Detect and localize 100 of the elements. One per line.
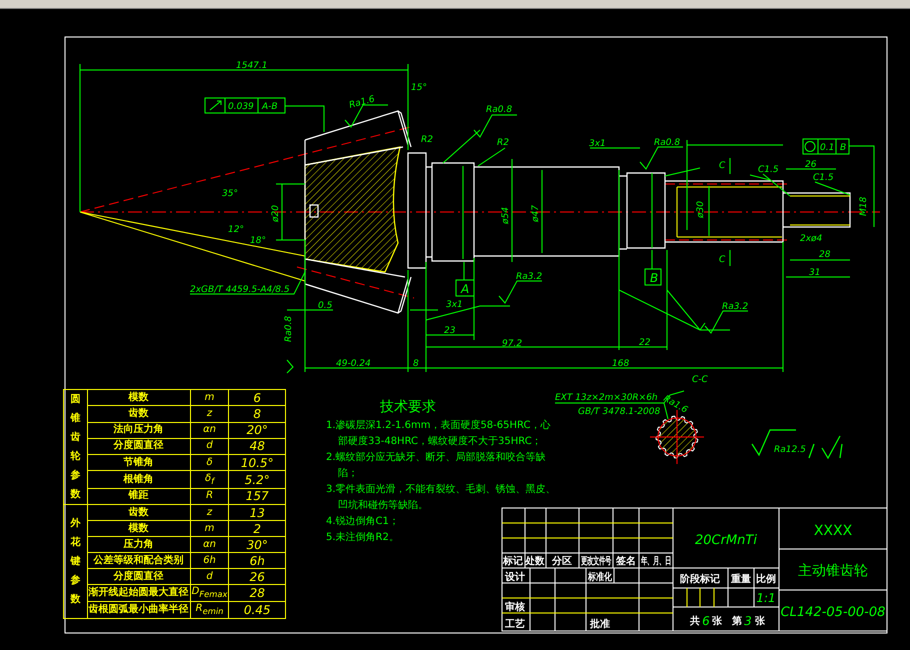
dimension-label: C-C bbox=[692, 375, 708, 385]
table-cell: δ$_{f}$ bbox=[190, 470, 229, 488]
table-cell: 157 bbox=[228, 488, 286, 504]
title-block-label: 分区 bbox=[552, 556, 572, 567]
tolerance-value: 0.039 bbox=[228, 102, 254, 112]
concentricity-icon bbox=[804, 141, 816, 152]
sheet-label: 共 bbox=[690, 616, 700, 627]
table-cell: 48 bbox=[228, 438, 286, 455]
dimension-label: 15° bbox=[411, 83, 427, 93]
datum-label: B bbox=[650, 271, 658, 285]
dimension-label: 3x1 bbox=[446, 300, 463, 310]
sheet-number: 3 bbox=[744, 614, 752, 628]
dimension-label: 3x1 bbox=[589, 139, 606, 149]
title-block-label: 年、月、日 bbox=[640, 554, 672, 566]
table-cell: 压力角 bbox=[87, 536, 190, 552]
title-block-label: 审核 bbox=[505, 602, 525, 613]
title-block-label: 设计 bbox=[505, 572, 525, 583]
runout-arrow-icon bbox=[210, 100, 222, 110]
title-block-label: 阶段标记 bbox=[680, 574, 720, 585]
table-cell: d bbox=[190, 568, 229, 584]
dimension-label: C bbox=[719, 161, 726, 171]
requirement-text: 1.渗碳层深1.2-1.6mm，表面硬度58-65HRC，心部硬度33-48HRC，螺纹硬度不大于35HRC； bbox=[326, 418, 552, 449]
table-cell: 30° bbox=[228, 536, 286, 552]
table-cell: 8 bbox=[228, 406, 286, 422]
table-cell: m bbox=[190, 390, 229, 406]
title-block-label: 批准 bbox=[590, 619, 610, 630]
title-block-label: 签名 bbox=[616, 556, 636, 567]
part-name-text: 主动锥齿轮 bbox=[798, 563, 868, 579]
dimension-label: 12° bbox=[228, 225, 244, 235]
requirement-text: 3.零件表面光滑，不能有裂纹、毛刺、锈蚀、黑皮、凹坑和碰伤等缺陷。 bbox=[326, 482, 557, 513]
scale-value: 1:1 bbox=[756, 591, 776, 605]
group-label: 外花键参数 bbox=[70, 516, 80, 607]
dimension-label: 26 bbox=[805, 160, 816, 170]
requirement-text: 5.未注倒角R2。 bbox=[326, 530, 399, 545]
title-block-label: 更改文件号 bbox=[580, 554, 612, 566]
requirements-title: 技术要求 bbox=[380, 398, 436, 416]
dimension-label: Ra3.2 bbox=[516, 272, 542, 282]
table-cell: R$_{emin}$ bbox=[190, 602, 229, 618]
table-cell: m bbox=[190, 520, 229, 536]
table-cell: z bbox=[190, 406, 229, 422]
dimension-label: 168 bbox=[612, 359, 630, 369]
dimension-label: C bbox=[719, 255, 726, 265]
table-cell: 公差等级和配合类别 bbox=[87, 552, 190, 568]
title-block-label: 重量 bbox=[731, 574, 751, 585]
table-cell: 10.5° bbox=[228, 454, 286, 471]
material-text: 20CrMnTi bbox=[695, 533, 757, 548]
title-block-label: 比例 bbox=[756, 574, 776, 585]
table-cell: D$_{Femax}$ bbox=[190, 584, 229, 602]
table-cell: 锥距 bbox=[87, 488, 190, 504]
table-cell: z bbox=[190, 504, 229, 520]
general-roughness-label: Ra12.5 bbox=[774, 445, 806, 455]
datum-label: A bbox=[461, 282, 470, 296]
requirement-text: 4.锐边倒角C1； bbox=[326, 514, 399, 529]
dimension-label: Ra0.8 bbox=[284, 316, 294, 342]
dimension-label: 49-0.24 bbox=[336, 359, 371, 369]
dimension-label: 23 bbox=[444, 326, 456, 336]
dimension-label: Ra0.8 bbox=[486, 105, 512, 115]
table-cell: 13 bbox=[228, 504, 286, 520]
requirement-text: 2.螺纹部分应无缺牙、断牙、局部脱落和咬合等缺陷； bbox=[326, 450, 547, 481]
dimension-label: 8 bbox=[413, 359, 419, 369]
dimension-label: 22 bbox=[639, 338, 650, 348]
table-cell: 法向压力角 bbox=[87, 422, 190, 438]
table-cell: 6h bbox=[228, 552, 286, 568]
sheet-label: 第 bbox=[732, 616, 742, 627]
table-cell: 齿数 bbox=[87, 504, 190, 520]
table-cell: 分度圆直径 bbox=[87, 438, 190, 455]
table-cell: d bbox=[190, 438, 229, 455]
table-cell: 26 bbox=[228, 568, 286, 584]
sheet-label: 张 bbox=[712, 616, 722, 627]
table-cell: 6 bbox=[228, 390, 286, 406]
title-block-label: 标记 bbox=[503, 556, 523, 567]
tolerance-frame bbox=[802, 138, 850, 154]
dimension-label: M18 bbox=[859, 196, 869, 216]
dimension-label: R2 bbox=[497, 138, 509, 148]
dimension-label: ø20 bbox=[271, 205, 281, 222]
table-cell: 节锥角 bbox=[87, 454, 190, 471]
table-cell: 齿数 bbox=[87, 406, 190, 422]
table-cell: 齿根圆弧最小曲率半径 bbox=[87, 602, 190, 618]
title-block-label: 标准化 bbox=[588, 572, 612, 584]
table-cell: 0.45 bbox=[228, 602, 286, 618]
dimension-label: Ra1.6 bbox=[348, 94, 376, 111]
table-cell: δ bbox=[190, 454, 229, 471]
dimension-label: 1547.1 bbox=[236, 61, 268, 71]
dimension-label: 18° bbox=[250, 236, 266, 246]
dimension-label: ø47 bbox=[531, 205, 541, 222]
table-cell: 渐开线起始圆最大直径 bbox=[87, 584, 190, 602]
dimension-label: Ra0.8 bbox=[654, 138, 680, 148]
datum-reference: A-B bbox=[262, 102, 278, 112]
spline-spec-text: GB/T 3478.1-2008 bbox=[578, 407, 660, 417]
dimension-label: 35° bbox=[222, 189, 238, 199]
dimension-label: R2 bbox=[421, 135, 433, 145]
table-cell: 5.2° bbox=[228, 470, 286, 488]
table-cell: R bbox=[190, 488, 229, 504]
sheet-label: 张 bbox=[755, 616, 765, 627]
tolerance-value: 0.1 bbox=[820, 143, 834, 153]
table-cell: 模数 bbox=[87, 390, 190, 406]
table-cell: 根锥角 bbox=[87, 470, 190, 488]
dimension-label: C1.5 bbox=[813, 173, 834, 183]
title-block-label: 工艺 bbox=[505, 619, 525, 630]
table-cell: 28 bbox=[228, 584, 286, 602]
